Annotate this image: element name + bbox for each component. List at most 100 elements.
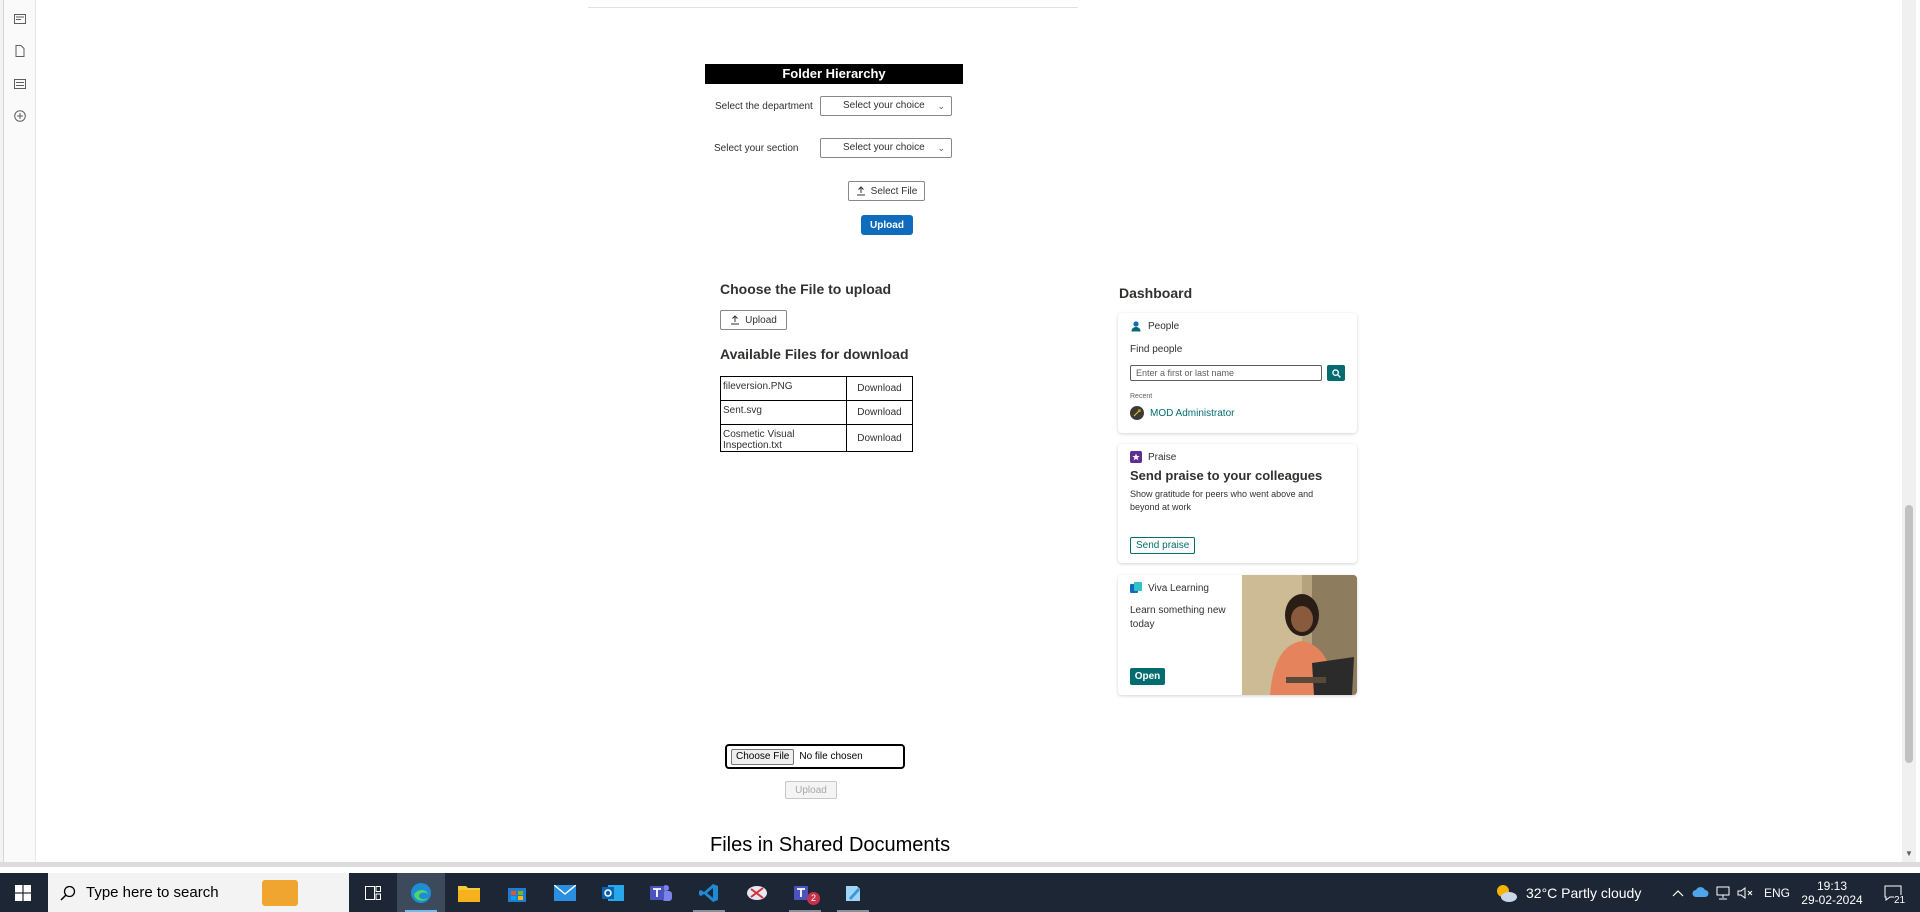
- taskbar-snipping[interactable]: [733, 873, 781, 912]
- folder-hierarchy-title: Folder Hierarchy: [705, 64, 963, 84]
- search-icon: [60, 885, 76, 901]
- department-select[interactable]: Select your choice ⌄: [820, 96, 952, 116]
- left-rail: [4, 0, 36, 866]
- window-frame-bottom: [0, 862, 1920, 867]
- document-icon[interactable]: [13, 44, 27, 58]
- divider: [588, 7, 1078, 8]
- notification-count: 21: [1894, 895, 1906, 906]
- viva-card-header: Viva Learning: [1130, 582, 1209, 594]
- list-icon[interactable]: [13, 77, 27, 91]
- select-file-label: Select File: [870, 185, 918, 197]
- chevron-down-icon: ⌄: [937, 101, 945, 111]
- send-praise-button[interactable]: Send praise: [1130, 537, 1196, 554]
- recent-label: Recent: [1130, 393, 1153, 400]
- table-row: fileversion.PNG Download: [720, 376, 913, 401]
- open-button[interactable]: Open: [1130, 668, 1165, 685]
- task-view-button[interactable]: [349, 873, 397, 912]
- file-name: Sent.svg: [720, 400, 847, 425]
- add-circle-icon[interactable]: [13, 109, 27, 123]
- news-icon[interactable]: [13, 12, 27, 26]
- weather-widget[interactable]: 32°C Partly cloudy: [1494, 873, 1654, 912]
- taskbar-edge[interactable]: [397, 873, 445, 912]
- learning-illustration: [1242, 575, 1357, 695]
- shared-documents-title: Files in Shared Documents: [710, 834, 951, 856]
- choose-file-heading: Choose the File to upload: [720, 281, 892, 297]
- search-icon: [1331, 368, 1341, 378]
- recent-person[interactable]: MOD Administrator: [1130, 406, 1234, 420]
- people-card-title: People: [1148, 320, 1180, 332]
- network-status[interactable]: [1712, 873, 1734, 912]
- cloud-icon: [1692, 887, 1709, 897]
- viva-body: Learn something new today: [1130, 605, 1226, 630]
- clock-date: 29-02-2024: [1801, 892, 1863, 907]
- teams-icon: [650, 884, 672, 901]
- download-link[interactable]: Download: [846, 400, 913, 425]
- notification-center[interactable]: 21: [1872, 873, 1914, 912]
- praise-card-header: Praise: [1130, 451, 1176, 463]
- people-card-header: People: [1130, 320, 1179, 332]
- store-icon: [508, 887, 526, 902]
- file-status: No file chosen: [799, 751, 863, 762]
- dashboard-title: Dashboard: [1119, 285, 1193, 301]
- language-indicator[interactable]: ENG: [1756, 873, 1798, 912]
- vertical-scrollbar[interactable]: ▼: [1902, 0, 1916, 864]
- outlook-icon: [602, 884, 624, 901]
- upload-button[interactable]: Upload: [861, 215, 913, 235]
- taskbar-search[interactable]: Type here to search: [48, 873, 349, 912]
- network-icon: [1716, 886, 1730, 899]
- people-icon: [1130, 320, 1142, 332]
- taskbar-outlook[interactable]: [589, 873, 637, 912]
- briefcase-icon: [262, 880, 298, 906]
- volume-muted-icon: [1737, 886, 1753, 899]
- section-label: Select your section: [714, 143, 799, 154]
- avatar: [1130, 406, 1144, 420]
- volume-status[interactable]: [1734, 873, 1756, 912]
- recent-person-name: MOD Administrator: [1150, 407, 1235, 419]
- windows-logo-icon: [15, 884, 31, 901]
- taskbar-file-explorer[interactable]: [445, 873, 493, 912]
- table-row: Sent.svg Download: [720, 400, 913, 425]
- chevron-down-icon: ⌄: [937, 143, 945, 153]
- taskbar: Type here to search 2 32°C Partly cloudy…: [0, 873, 1920, 912]
- onedrive-status[interactable]: [1690, 873, 1712, 912]
- taskbar-teams[interactable]: [637, 873, 685, 912]
- file-name: fileversion.PNG: [720, 376, 847, 401]
- viva-learning-icon: [1130, 582, 1142, 594]
- clock[interactable]: 19:13 29-02-2024: [1800, 873, 1864, 912]
- select-file-button[interactable]: Select File: [848, 181, 925, 201]
- start-button[interactable]: [0, 873, 46, 912]
- file-upload-button[interactable]: Upload: [720, 310, 787, 330]
- screen: { "folder_hierarchy": { "title": "Folder…: [0, 0, 1920, 912]
- choose-file-button[interactable]: Choose File: [731, 748, 795, 765]
- edge-icon: [411, 882, 431, 903]
- weather-text: 32°C Partly cloudy: [1526, 884, 1642, 901]
- taskbar-mail[interactable]: [541, 873, 589, 912]
- section-select[interactable]: Select your choice ⌄: [820, 138, 952, 158]
- native-file-input[interactable]: Choose File No file chosen: [725, 744, 905, 769]
- files-table: fileversion.PNG Download Sent.svg Downlo…: [720, 376, 913, 452]
- upload-icon: [731, 315, 740, 325]
- people-search-input[interactable]: Enter a first or last name: [1130, 365, 1322, 381]
- praise-card: Praise Send praise to your colleagues Sh…: [1118, 444, 1357, 563]
- teams-badge: 2: [807, 892, 820, 905]
- folder-icon: [458, 885, 480, 902]
- taskbar-store[interactable]: [493, 873, 541, 912]
- people-card: People Find people Enter a first or last…: [1118, 313, 1357, 433]
- partly-cloudy-icon: [1497, 884, 1517, 902]
- scroll-down-arrow-icon[interactable]: ▼: [1905, 849, 1913, 858]
- taskbar-teams-work[interactable]: 2: [781, 873, 829, 912]
- taskbar-vscode[interactable]: [685, 873, 733, 912]
- vscode-icon: [699, 883, 718, 902]
- praise-heading: Send praise to your colleagues: [1130, 468, 1323, 483]
- scrollbar-thumb[interactable]: [1905, 505, 1913, 763]
- table-row: Cosmetic Visual Inspection.txt Download: [720, 424, 913, 452]
- viva-card-title: Viva Learning: [1148, 582, 1209, 594]
- people-search-button[interactable]: [1327, 365, 1345, 381]
- find-people-label: Find people: [1130, 344, 1183, 355]
- taskbar-notepad[interactable]: [829, 873, 877, 912]
- download-link[interactable]: Download: [846, 424, 913, 452]
- download-link[interactable]: Download: [846, 376, 913, 401]
- show-hidden-icons[interactable]: [1666, 873, 1690, 912]
- department-select-value: Select your choice: [843, 100, 925, 111]
- chevron-up-icon: [1672, 889, 1684, 896]
